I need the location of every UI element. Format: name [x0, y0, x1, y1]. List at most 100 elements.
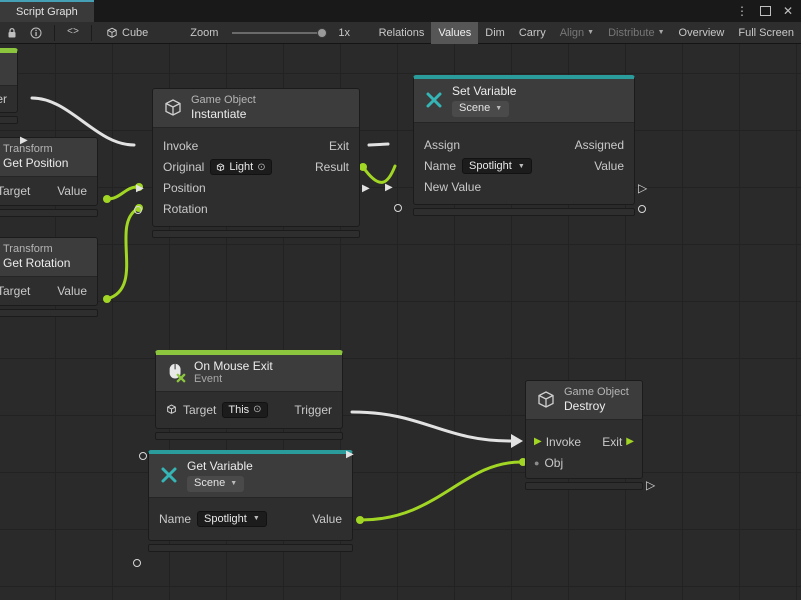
node-header[interactable]: On Mouse Exit Event	[156, 355, 342, 392]
port-flow-out-icon[interactable]: ▶	[362, 184, 370, 194]
node-get-position[interactable]: Transform Get Position Target Value	[0, 137, 98, 217]
port-dot[interactable]	[103, 295, 111, 303]
port-flow-out-hollow-icon[interactable]: ▷	[646, 479, 655, 491]
node-subtitle: Event	[194, 373, 273, 386]
wire-getposition-to-position[interactable]	[107, 187, 137, 199]
object-field-light[interactable]: Light ⊙	[210, 159, 271, 175]
port-dot[interactable]	[359, 163, 367, 171]
wire-arrowhead	[511, 434, 523, 448]
node-header[interactable]: Game Object Destroy	[526, 381, 642, 420]
object-picker-icon[interactable]: ⊙	[253, 404, 261, 415]
node-get-variable[interactable]: Get Variable Scene ▼ Name Spotlight ▼	[148, 450, 353, 552]
graph-canvas[interactable]: Trigger Transform Get Position Target Va…	[0, 44, 801, 600]
fullscreen-button[interactable]: Full Screen	[731, 22, 801, 44]
port-label-value: Value	[594, 159, 624, 173]
node-get-rotation[interactable]: Transform Get Rotation Target Value	[0, 237, 98, 317]
wire-exit-to-assign[interactable]	[369, 144, 388, 145]
port-value-out-icon[interactable]	[638, 205, 646, 213]
zoom-slider-knob[interactable]	[317, 28, 327, 38]
node-set-variable[interactable]: Set Variable Scene ▼ Assign Assigned Nam…	[413, 75, 635, 216]
object-field-this[interactable]: This ⊙	[222, 402, 267, 418]
game-object-icon	[163, 98, 183, 118]
port-label-assigned: Assigned	[575, 138, 624, 152]
port-label-invoke: Invoke	[163, 139, 198, 153]
port-dot[interactable]	[103, 195, 111, 203]
port-flow-in-icon[interactable]: ▶	[136, 184, 144, 194]
variable-kind-dropdown[interactable]: Scene ▼	[452, 101, 509, 116]
port-value-in-icon[interactable]	[133, 559, 141, 567]
close-icon[interactable]: ✕	[783, 5, 793, 17]
node-footer	[0, 209, 98, 217]
port-label-value: Value	[57, 284, 87, 298]
chevron-down-icon: ▼	[658, 29, 665, 36]
port-label-invoke: Invoke	[546, 435, 581, 449]
node-header[interactable]	[0, 53, 17, 86]
chevron-down-icon: ▼	[495, 105, 502, 113]
object-picker-icon[interactable]: ⊙	[257, 162, 265, 173]
port-value-in-icon[interactable]	[139, 452, 147, 460]
cube-icon	[106, 27, 118, 39]
wire-result-to-setvariable[interactable]	[363, 166, 395, 182]
port-label-exit: Exit	[329, 139, 349, 153]
port-dot[interactable]	[356, 516, 364, 524]
code-icon: <>	[67, 27, 79, 38]
flow-out-icon[interactable]: ▶	[626, 437, 634, 447]
node-header[interactable]: Set Variable Scene ▼	[414, 79, 634, 123]
more-menu-icon[interactable]: ⋮	[736, 5, 748, 17]
values-button[interactable]: Values	[431, 22, 478, 44]
node-header[interactable]: Game Object Instantiate	[153, 89, 359, 128]
node-on-mouse-exit[interactable]: On Mouse Exit Event Target This ⊙	[155, 350, 343, 440]
wire-getrotation-to-rotation[interactable]	[107, 209, 137, 299]
lock-button[interactable]	[0, 22, 24, 44]
flow-in-icon[interactable]: ▶	[534, 437, 542, 447]
zoom-value: 1x	[332, 27, 356, 39]
maximize-icon[interactable]	[760, 6, 771, 16]
port-flow-in-icon[interactable]: ▶	[385, 183, 393, 193]
variable-icon	[424, 90, 444, 110]
node-header[interactable]: Transform Get Position	[0, 138, 97, 177]
tab-script-graph[interactable]: Script Graph	[0, 0, 94, 22]
node-hidden-event[interactable]: Trigger	[0, 48, 18, 124]
node-instantiate[interactable]: Game Object Instantiate Invoke Exit Orig…	[152, 88, 360, 238]
code-view-button[interactable]: <>	[61, 22, 85, 44]
port-flow-out-icon[interactable]: ▶	[346, 450, 354, 460]
overview-button[interactable]: Overview	[672, 22, 732, 44]
node-footer	[525, 482, 643, 490]
carry-button[interactable]: Carry	[512, 22, 553, 44]
node-destroy[interactable]: Game Object Destroy ▶ Invoke Exit ▶	[525, 380, 643, 490]
wire-trigger-to-destroy-invoke[interactable]	[352, 412, 511, 441]
game-object-icon	[166, 404, 177, 415]
variable-kind-dropdown[interactable]: Scene ▼	[187, 476, 244, 491]
graph-toolbar: <> Cube Zoom 1x Relations Values Dim Car…	[0, 22, 801, 44]
info-icon	[30, 27, 42, 39]
port-value-in-icon[interactable]	[394, 204, 402, 212]
unity-window: { "window": { "tab_title": "Script Graph…	[0, 0, 801, 600]
wire-layer	[0, 44, 801, 600]
value-port-icon[interactable]: ●	[534, 459, 539, 468]
port-flow-out-hollow-icon[interactable]: ▷	[638, 182, 647, 194]
port-value-in-icon[interactable]	[134, 206, 142, 214]
object-field-value: This	[228, 404, 249, 416]
align-button[interactable]: Align▼	[553, 22, 601, 44]
node-title: Get Variable	[187, 459, 253, 473]
node-footer	[0, 116, 18, 124]
wire-getvariable-to-obj[interactable]	[361, 462, 521, 520]
port-label-name: Name	[424, 159, 456, 173]
chevron-down-icon: ▼	[518, 163, 525, 170]
relations-button[interactable]: Relations	[372, 22, 432, 44]
distribute-button[interactable]: Distribute▼	[601, 22, 671, 44]
graph-owner-button[interactable]: Cube	[98, 27, 156, 39]
object-field-value: Light	[229, 161, 253, 173]
node-title: Get Rotation	[3, 256, 70, 270]
port-flow-out-icon[interactable]: ▶	[20, 136, 28, 146]
mouse-icon	[166, 363, 186, 383]
node-header[interactable]: Get Variable Scene ▼	[149, 454, 352, 498]
variable-name-dropdown[interactable]: Spotlight ▼	[197, 511, 267, 527]
variable-name-dropdown[interactable]: Spotlight ▼	[462, 158, 532, 174]
zoom-slider[interactable]	[232, 32, 324, 34]
dim-button[interactable]: Dim	[478, 22, 512, 44]
port-label-position: Position	[163, 181, 206, 195]
info-button[interactable]	[24, 22, 48, 44]
node-footer	[155, 432, 343, 440]
node-header[interactable]: Transform Get Rotation	[0, 238, 97, 277]
